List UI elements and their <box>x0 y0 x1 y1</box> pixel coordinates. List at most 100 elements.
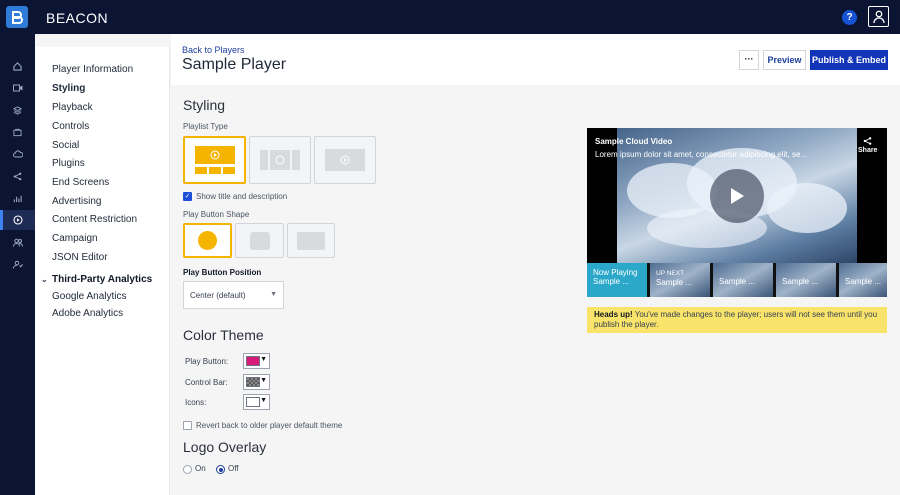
playlist-type-side-option[interactable] <box>249 136 311 184</box>
playlist-item-title: Sample ... <box>593 277 630 286</box>
play-button[interactable] <box>710 169 764 223</box>
video-icon[interactable] <box>0 78 35 98</box>
help-button[interactable]: ? <box>842 10 857 25</box>
play-button-position-label: Play Button Position <box>183 268 262 277</box>
dropdown-arrow-icon: ▼ <box>270 291 277 298</box>
icons-color-picker[interactable]: ▼ <box>243 394 270 410</box>
playlist-item-status: UP NEXT <box>656 270 685 277</box>
playlist-none-icon <box>325 149 365 171</box>
logo-overlay-on-radio[interactable] <box>183 465 192 474</box>
player-settings-nav: Player Information Styling Playback Cont… <box>35 47 170 495</box>
top-bar: BEACON ? <box>0 0 900 34</box>
playlist-item[interactable]: UP NEXT Sample ... <box>650 263 710 297</box>
page-header: Back to Players Sample Player ··· Previe… <box>171 34 900 85</box>
notice-lead: Heads up! <box>594 310 633 319</box>
nav-google-analytics[interactable]: Google Analytics <box>52 291 127 302</box>
unpublished-changes-notice: Heads up! You've made changes to the pla… <box>587 307 887 333</box>
icons-color-label: Icons: <box>185 398 207 407</box>
player-preview[interactable]: Sample Cloud Video Lorem ipsum dolor sit… <box>587 128 887 297</box>
nav-advertising[interactable]: Advertising <box>52 196 101 207</box>
caret-down-icon: ▼ <box>260 377 267 384</box>
play-button-color-chip <box>246 356 260 366</box>
playlist-strip: Now Playing Sample ... UP NEXT Sample ..… <box>587 263 887 297</box>
play-shape-rectangle-option[interactable] <box>287 223 335 258</box>
play-shape-rounded-option[interactable] <box>235 223 284 258</box>
cloud-icon[interactable] <box>0 144 35 164</box>
play-shape-circle-option[interactable] <box>183 223 232 258</box>
playlist-item-title: Sample ... <box>719 277 756 286</box>
revert-theme-label: Revert back to older player default them… <box>196 421 343 430</box>
page-title: Sample Player <box>182 56 287 73</box>
play-position-value: Center (default) <box>190 291 246 300</box>
publish-embed-button[interactable]: Publish & Embed <box>810 50 888 70</box>
nav-controls[interactable]: Controls <box>52 121 89 132</box>
folder-icon[interactable] <box>0 122 35 142</box>
share-icon[interactable] <box>0 166 35 186</box>
playlist-type-label: Playlist Type <box>183 122 228 131</box>
playlist-item[interactable]: Sample ... <box>776 263 836 297</box>
circle-shape-icon <box>198 231 217 250</box>
users-icon[interactable] <box>0 232 35 252</box>
logo-overlay-off-label: Off <box>228 464 239 473</box>
playlist-side-icon <box>260 150 300 170</box>
control-bar-color-label: Control Bar: <box>185 378 228 387</box>
video-title: Sample Cloud Video <box>595 137 673 146</box>
play-button-color-picker[interactable]: ▼ <box>243 353 270 369</box>
logo-overlay-heading: Logo Overlay <box>183 439 267 455</box>
color-theme-heading: Color Theme <box>183 327 264 343</box>
nav-social[interactable]: Social <box>52 140 79 151</box>
caret-down-icon: ▼ <box>260 397 267 404</box>
nav-content-restriction[interactable]: Content Restriction <box>52 214 137 225</box>
back-to-players-link[interactable]: Back to Players <box>182 45 245 55</box>
rounded-square-shape-icon <box>249 231 270 250</box>
playlist-item-title: Sample ... <box>782 277 819 286</box>
caret-down-icon: ▼ <box>260 356 267 363</box>
brand-name: BEACON <box>46 10 109 26</box>
play-button-color-label: Play Button: <box>185 357 229 366</box>
nav-playback[interactable]: Playback <box>52 102 93 113</box>
video-description: Lorem ipsum dolor sit amet, consectetur … <box>595 150 808 159</box>
layers-icon[interactable] <box>0 100 35 120</box>
share-label: Share <box>858 147 878 154</box>
nav-group-third-party-analytics[interactable]: ⌄ Third-Party Analytics <box>41 274 152 285</box>
revert-theme-checkbox[interactable] <box>183 421 192 430</box>
show-title-checkbox[interactable]: ✓ <box>183 192 192 201</box>
show-title-label: Show title and description <box>196 192 288 201</box>
control-bar-color-picker[interactable]: ▼ <box>243 374 270 390</box>
play-button-shape-label: Play Button Shape <box>183 210 250 219</box>
nav-end-screens[interactable]: End Screens <box>52 177 109 188</box>
user-account-icon[interactable] <box>868 6 889 27</box>
logo-overlay-off-radio[interactable] <box>216 465 225 474</box>
notice-text: You've made changes to the player; users… <box>594 310 878 329</box>
playlist-type-grid-option[interactable] <box>183 136 246 184</box>
user-settings-icon[interactable] <box>0 254 35 274</box>
rectangle-shape-icon <box>297 231 325 250</box>
playlist-item-status: Now Playing <box>593 268 638 277</box>
styling-heading: Styling <box>183 97 226 113</box>
nav-player-information[interactable]: Player Information <box>52 64 133 75</box>
logo-overlay-on-label: On <box>195 464 206 473</box>
app-rail <box>0 34 35 495</box>
players-icon[interactable] <box>0 210 35 230</box>
analytics-icon[interactable] <box>0 188 35 208</box>
preview-button[interactable]: Preview <box>763 50 806 70</box>
control-bar-color-chip <box>246 377 260 387</box>
nav-plugins[interactable]: Plugins <box>52 158 85 169</box>
playlist-item[interactable]: Sample ... <box>713 263 773 297</box>
nav-styling[interactable]: Styling <box>52 83 85 94</box>
playlist-type-none-option[interactable] <box>314 136 376 184</box>
playlist-item[interactable]: Now Playing Sample ... <box>587 263 647 297</box>
beacon-logo-icon[interactable] <box>6 6 28 28</box>
nav-campaign[interactable]: Campaign <box>52 233 98 244</box>
play-button-position-select[interactable]: Center (default) ▼ <box>183 281 284 309</box>
nav-adobe-analytics[interactable]: Adobe Analytics <box>52 308 123 319</box>
playlist-item[interactable]: Sample ... <box>839 263 887 297</box>
more-actions-button[interactable]: ··· <box>739 50 759 70</box>
playlist-item-title: Sample ... <box>656 278 693 287</box>
share-icon <box>863 137 872 145</box>
share-button[interactable]: Share <box>858 137 877 154</box>
nav-json-editor[interactable]: JSON Editor <box>52 252 108 263</box>
icons-color-chip <box>246 397 260 407</box>
home-icon[interactable] <box>0 56 35 76</box>
playlist-item-title: Sample ... <box>845 277 882 286</box>
